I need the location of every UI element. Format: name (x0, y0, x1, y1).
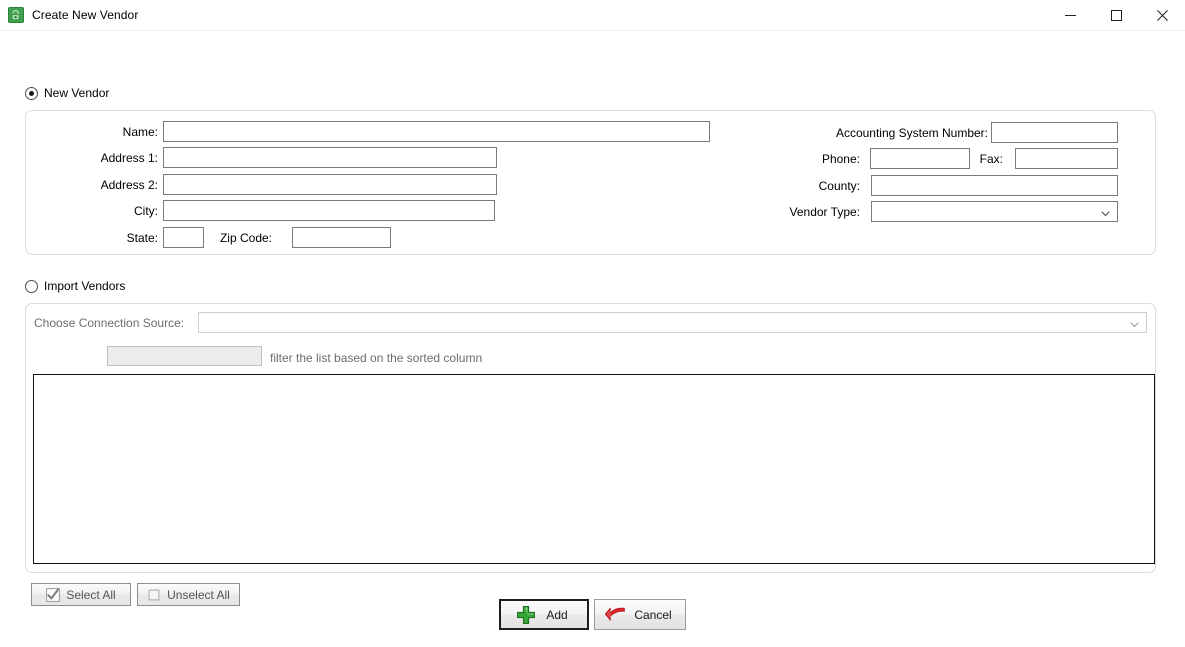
label-choose-connection-source: Choose Connection Source: (34, 316, 185, 330)
vendor-list[interactable] (33, 374, 1155, 564)
filter-hint: filter the list based on the sorted colu… (270, 351, 483, 365)
label-city: City: (134, 204, 158, 218)
label-phone: Phone: (821, 152, 860, 166)
chevron-down-icon (1130, 318, 1139, 328)
add-label: Add (546, 607, 568, 622)
address1-input[interactable] (163, 147, 497, 168)
name-input[interactable] (163, 121, 710, 142)
radio-new-vendor-indicator[interactable] (25, 86, 38, 100)
close-icon[interactable] (1139, 0, 1185, 30)
label-accounting-system-number: Accounting System Number: (835, 126, 988, 140)
label-address2: Address 2: (100, 178, 158, 192)
county-input[interactable] (871, 175, 1118, 196)
title-bar: Create New Vendor (0, 0, 1185, 31)
radio-import-vendors[interactable]: Import Vendors (25, 279, 125, 293)
window-title: Create New Vendor (32, 8, 139, 22)
radio-new-vendor[interactable]: New Vendor (25, 86, 109, 100)
fax-input[interactable] (1015, 148, 1118, 169)
address2-input[interactable] (163, 174, 497, 195)
radio-new-vendor-label: New Vendor (44, 86, 110, 100)
vendor-type-select[interactable] (871, 201, 1118, 222)
label-address1: Address 1: (100, 151, 158, 165)
state-input[interactable] (163, 227, 204, 248)
empty-checkbox-icon (147, 588, 161, 602)
minimize-icon[interactable] (1047, 0, 1093, 30)
vendor-app-icon (8, 7, 24, 23)
cancel-button[interactable]: Cancel (594, 599, 686, 630)
radio-import-vendors-label: Import Vendors (44, 279, 126, 293)
unselect-all-button[interactable]: Unselect All (137, 583, 240, 606)
label-name: Name: (122, 125, 158, 139)
label-zip-code: Zip Code: (219, 231, 272, 245)
window-controls (1047, 0, 1185, 30)
select-all-button[interactable]: Select All (31, 583, 131, 606)
label-fax: Fax: (979, 152, 1003, 166)
green-plus-icon (516, 605, 536, 625)
city-input[interactable] (163, 200, 495, 221)
radio-import-vendors-indicator[interactable] (25, 279, 38, 293)
cancel-label: Cancel (634, 607, 672, 622)
accounting-system-number-input[interactable] (991, 122, 1118, 143)
red-undo-arrow-icon (604, 605, 626, 625)
connection-source-select[interactable] (198, 312, 1147, 333)
maximize-icon[interactable] (1093, 0, 1139, 30)
filter-input[interactable] (107, 346, 262, 366)
label-county: County: (818, 179, 860, 193)
select-all-label: Select All (66, 587, 116, 602)
phone-input[interactable] (870, 148, 970, 169)
label-vendor-type: Vendor Type: (789, 205, 861, 219)
add-button[interactable]: Add (499, 599, 589, 630)
zip-code-input[interactable] (292, 227, 391, 248)
chevron-down-icon (1101, 207, 1110, 217)
unselect-all-label: Unselect All (167, 587, 230, 602)
label-state: State: (126, 231, 158, 245)
checked-checkbox-icon (46, 587, 61, 602)
